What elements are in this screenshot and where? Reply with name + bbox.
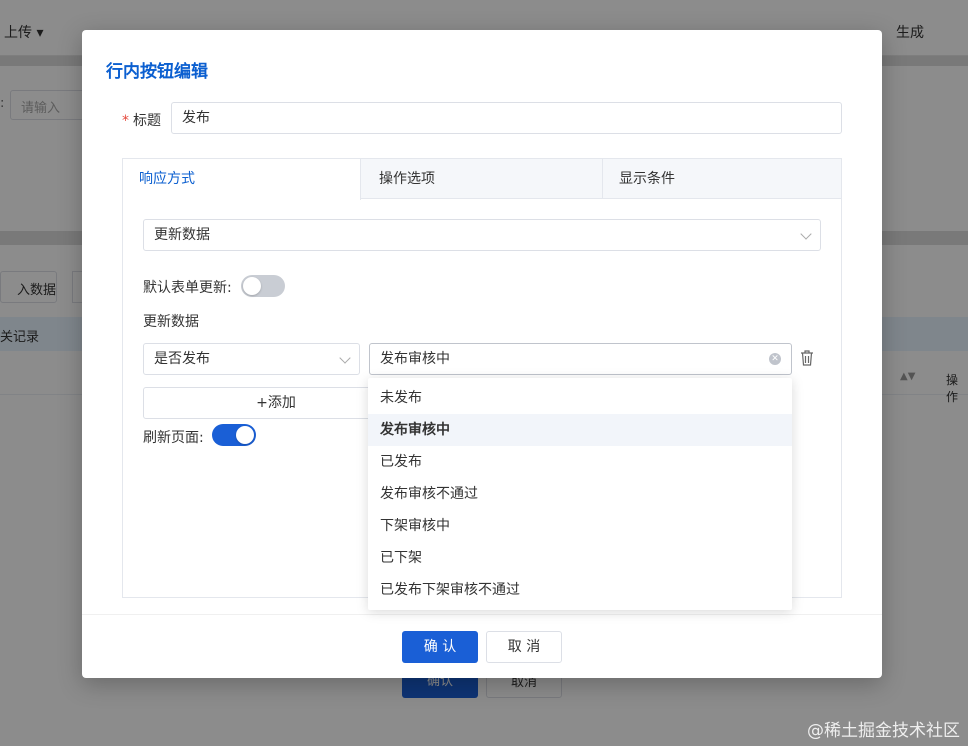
dropdown-option[interactable]: 下架审核中 — [368, 510, 792, 542]
toggle-knob — [236, 426, 254, 444]
dialog-title: 行内按钮编辑 — [106, 62, 208, 82]
watermark: @稀土掘金技术社区 — [807, 721, 960, 741]
chevron-down-icon — [339, 352, 351, 364]
update-field-select[interactable]: 是否发布 — [143, 343, 360, 375]
response-type-select[interactable]: 更新数据 — [143, 219, 821, 251]
dropdown-option-selected[interactable]: 发布审核中 — [368, 414, 792, 446]
refresh-page-toggle[interactable] — [212, 424, 256, 446]
toggle-knob — [243, 277, 261, 295]
default-form-update-toggle[interactable] — [241, 275, 285, 297]
title-input[interactable]: 发布 — [171, 102, 842, 134]
tab-operation-options[interactable]: 操作选项 — [363, 159, 603, 199]
tab-response-mode[interactable]: 响应方式 — [123, 159, 361, 200]
update-value-select[interactable]: 发布审核中 ✕ — [369, 343, 792, 375]
dropdown-option[interactable]: 未发布 — [368, 382, 792, 414]
dropdown-option[interactable]: 发布审核不通过 — [368, 478, 792, 510]
dropdown-option[interactable]: 已下架 — [368, 542, 792, 574]
trash-icon[interactable] — [799, 349, 815, 367]
refresh-page-label: 刷新页面: — [143, 430, 204, 446]
dialog-footer: 确 认 取 消 — [82, 614, 882, 678]
required-mark: * — [122, 113, 129, 129]
dropdown-option[interactable]: 已发布 — [368, 446, 792, 478]
update-field-value: 是否发布 — [154, 351, 210, 367]
dropdown-option[interactable]: 已发布下架审核不通过 — [368, 574, 792, 606]
tab-bar: 响应方式 操作选项 显示条件 — [123, 159, 841, 200]
tab-display-conditions[interactable]: 显示条件 — [603, 159, 841, 199]
default-form-update-label: 默认表单更新: — [143, 280, 232, 296]
clear-icon[interactable]: ✕ — [769, 353, 781, 365]
title-label-text: 标题 — [133, 113, 161, 129]
update-data-label: 更新数据 — [143, 314, 199, 330]
cancel-button[interactable]: 取 消 — [486, 631, 562, 663]
response-type-value: 更新数据 — [154, 227, 210, 243]
confirm-button[interactable]: 确 认 — [402, 631, 478, 663]
update-value-text: 发布审核中 — [380, 351, 450, 367]
chevron-down-icon — [800, 228, 812, 240]
title-field-label: * 标题 — [122, 110, 161, 130]
value-dropdown-menu: 未发布 发布审核中 已发布 发布审核不通过 下架审核中 已下架 已发布下架审核不… — [368, 378, 792, 610]
